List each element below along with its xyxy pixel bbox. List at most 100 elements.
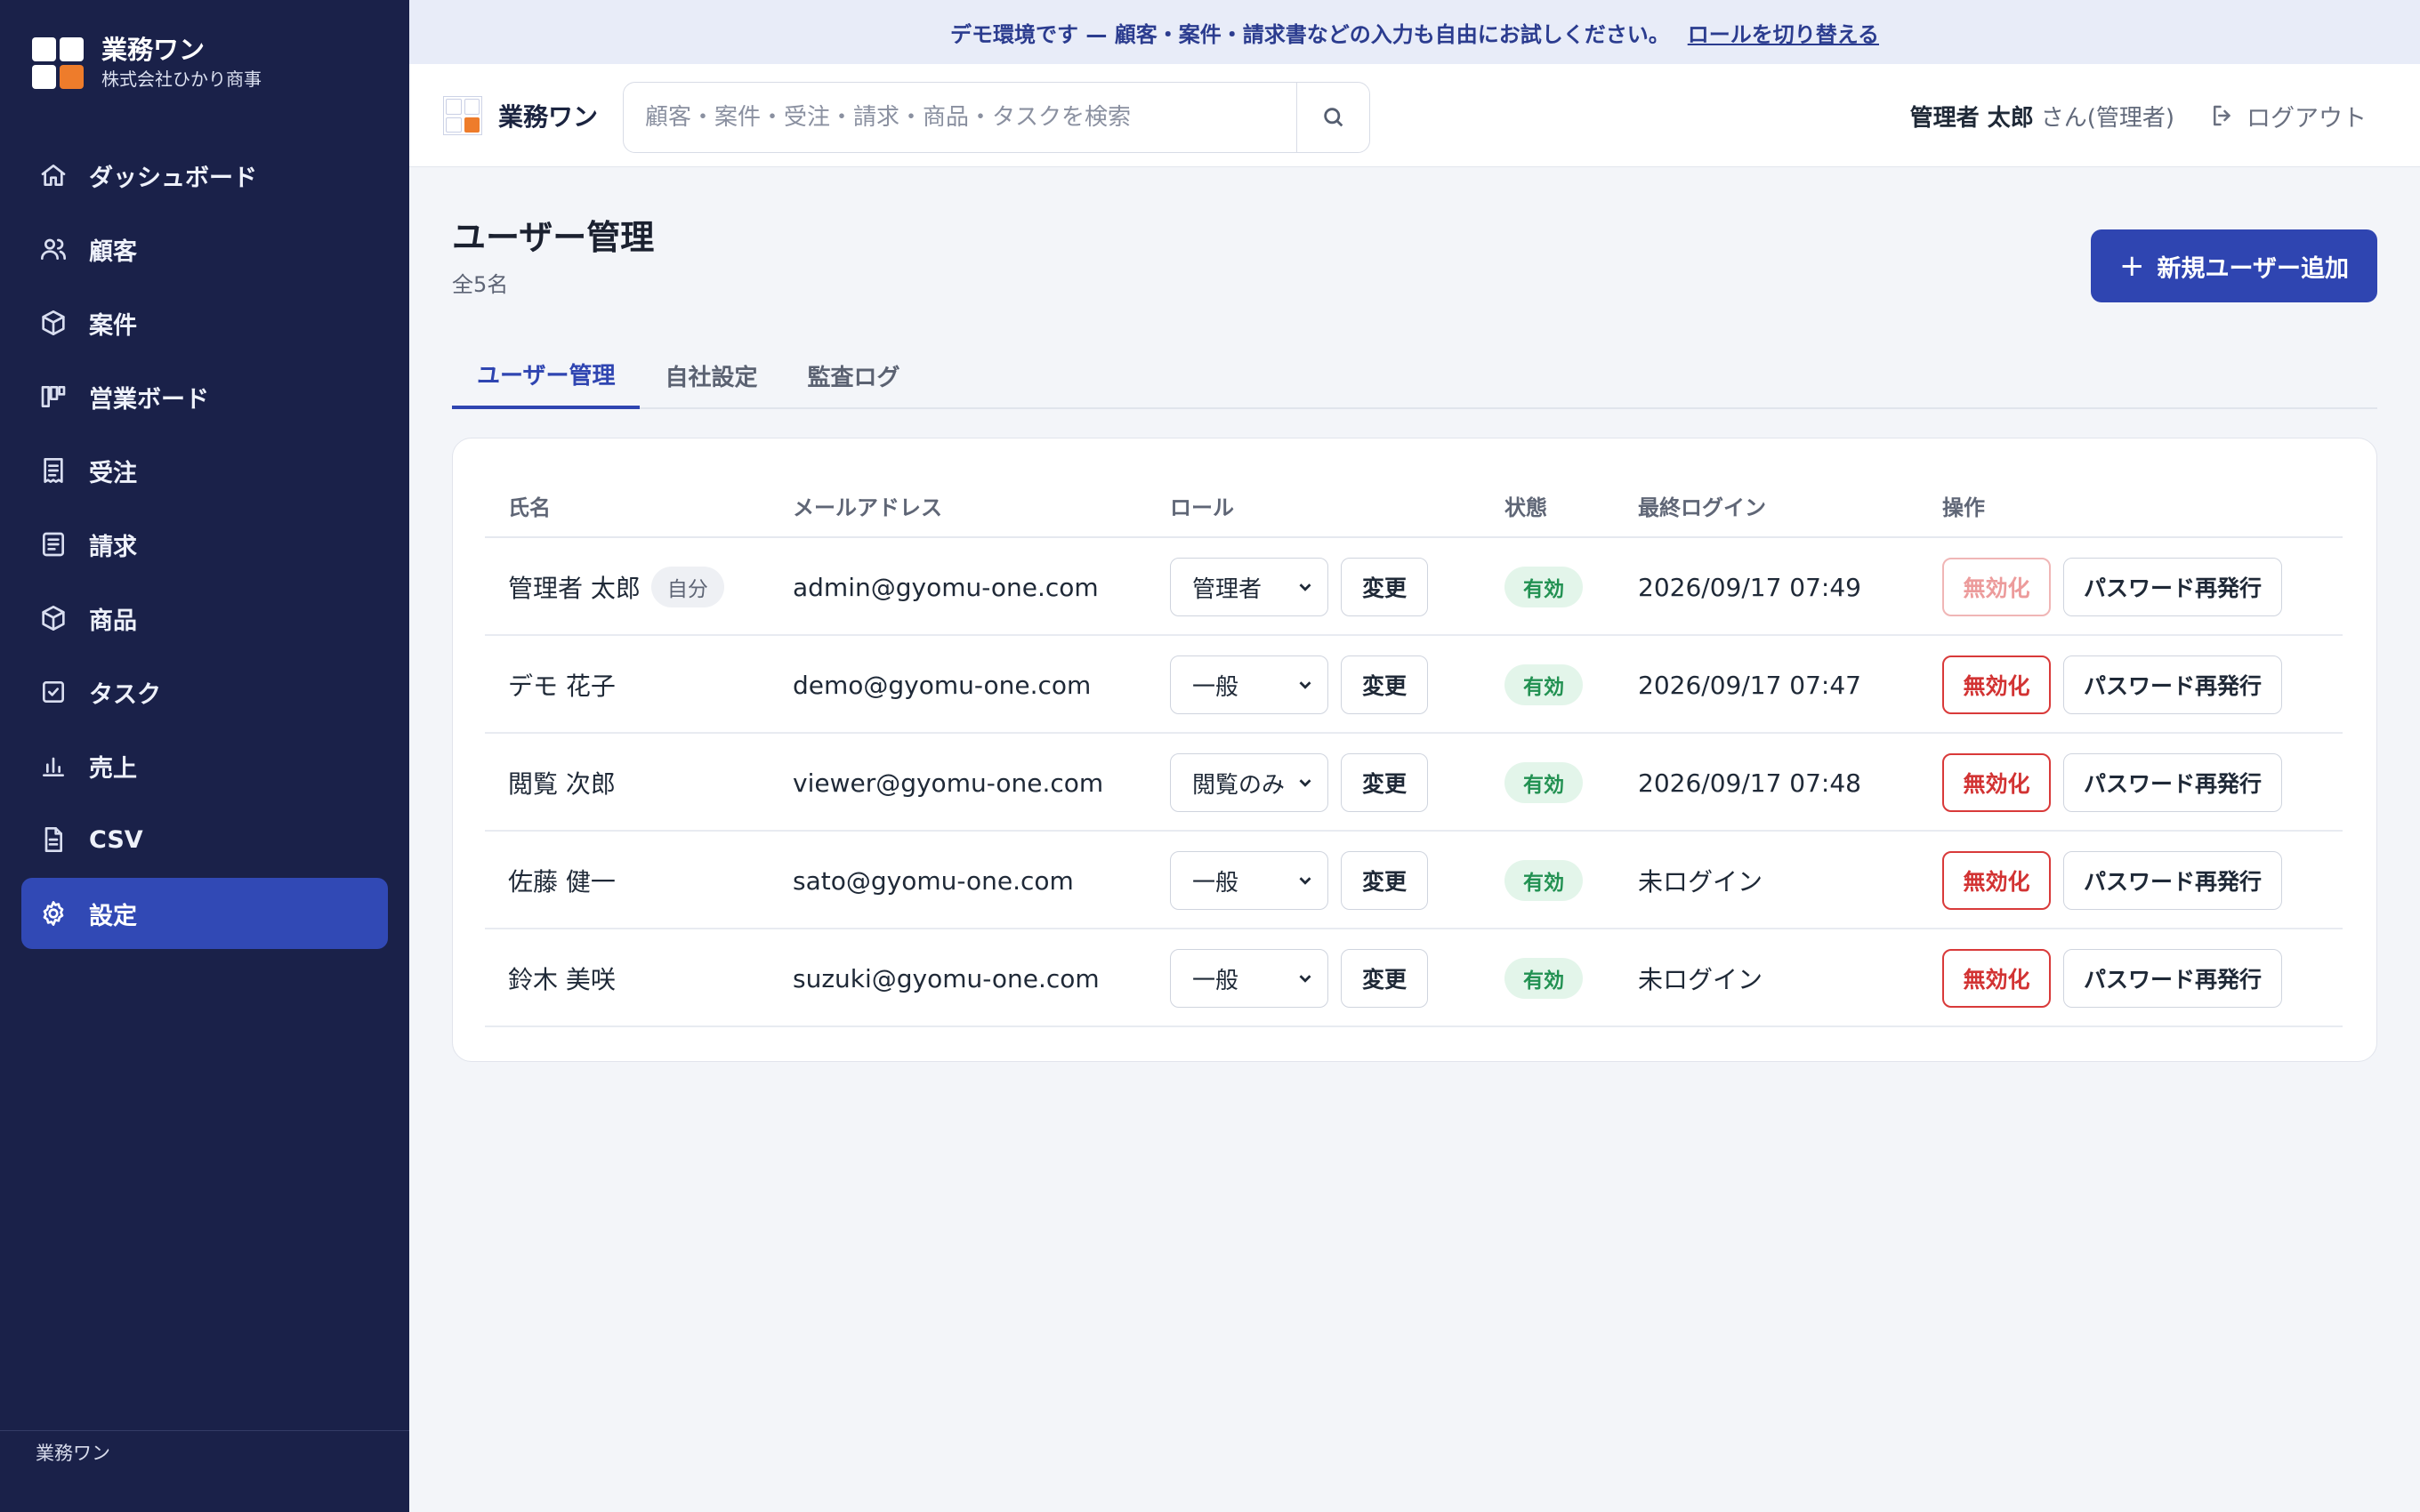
sidebar-item-csv[interactable]: CSV bbox=[21, 804, 388, 875]
tab-audit-log[interactable]: 監査ログ bbox=[783, 342, 925, 409]
header-logo-text: 業務ワン bbox=[498, 102, 599, 132]
package-icon bbox=[39, 604, 68, 632]
banner-text: デモ環境です — 顧客・案件・請求書などの入力も自由にお試しください。 bbox=[950, 21, 1670, 47]
logout-icon bbox=[2214, 105, 2230, 126]
status-badge: 有効 bbox=[1504, 762, 1583, 803]
status-cell: 有効 bbox=[1504, 929, 1583, 1027]
email-cell: demo@gyomu-one.com bbox=[793, 670, 1092, 700]
role-select[interactable]: 一般 bbox=[1170, 851, 1328, 910]
actions-cell: 無効化 パスワード再発行 bbox=[1942, 734, 2282, 832]
sidebar-item-deals[interactable]: 案件 bbox=[21, 287, 388, 358]
role-select[interactable]: 閲覧のみ bbox=[1170, 753, 1328, 812]
role-value: 一般 bbox=[1192, 967, 1239, 994]
add-user-button[interactable]: + 新規ユーザー追加 bbox=[2091, 229, 2377, 302]
receipt-icon bbox=[39, 456, 68, 485]
reset-password-button[interactable]: パスワード再発行 bbox=[2063, 753, 2282, 812]
change-role-button[interactable]: 変更 bbox=[1341, 753, 1428, 812]
sidebar-item-label: ダッシュボード bbox=[89, 164, 257, 192]
sidebar-item-revenue[interactable]: 売上 bbox=[21, 730, 388, 801]
status-cell: 有効 bbox=[1504, 538, 1583, 636]
sidebar-item-dashboard[interactable]: ダッシュボード bbox=[21, 140, 388, 211]
tab-company-settings[interactable]: 自社設定 bbox=[640, 342, 782, 409]
reset-password-button[interactable]: パスワード再発行 bbox=[2063, 558, 2282, 616]
status-badge: 有効 bbox=[1504, 664, 1583, 705]
reset-password-button[interactable]: パスワード再発行 bbox=[2063, 949, 2282, 1008]
current-user: 管理者 太郎 さん(管理者) bbox=[1910, 100, 2174, 133]
search-button[interactable] bbox=[1296, 83, 1369, 152]
user-name: 管理者 太郎 bbox=[1909, 105, 2034, 132]
header-logo[interactable]: 業務ワン bbox=[443, 96, 598, 135]
tab-user-management[interactable]: ユーザー管理 bbox=[452, 342, 641, 409]
status-badge: 有効 bbox=[1504, 567, 1583, 607]
actions-cell: 無効化 パスワード再発行 bbox=[1942, 929, 2282, 1027]
sidebar-item-settings[interactable]: 設定 bbox=[21, 878, 388, 949]
table-row: 佐藤 健一 sato@gyomu-one.com 一般 変更 有効 未ログイン … bbox=[485, 832, 2343, 929]
table-row: 管理者 太郎 自分 admin@gyomu-one.com 管理者 変更 有効 … bbox=[485, 538, 2343, 636]
change-role-button[interactable]: 変更 bbox=[1341, 558, 1428, 616]
plus-icon: + bbox=[2119, 248, 2145, 284]
last-login-cell: 2026/09/17 07:49 bbox=[1638, 572, 1861, 602]
table-row: 閲覧 次郎 viewer@gyomu-one.com 閲覧のみ 変更 有効 20… bbox=[485, 734, 2343, 832]
logo-icon bbox=[443, 96, 482, 135]
sidebar-item-sales-board[interactable]: 営業ボード bbox=[21, 361, 388, 432]
sidebar-item-orders[interactable]: 受注 bbox=[21, 435, 388, 506]
logout-button[interactable]: ログアウト bbox=[2209, 96, 2367, 135]
disable-user-button[interactable]: 無効化 bbox=[1942, 753, 2051, 812]
sidebar-item-tasks[interactable]: タスク bbox=[21, 656, 388, 728]
settings-tabs: ユーザー管理 自社設定 監査ログ bbox=[452, 342, 2377, 409]
status-badge: 有効 bbox=[1504, 958, 1583, 999]
logo-icon bbox=[32, 37, 84, 89]
search-input[interactable] bbox=[624, 83, 1296, 152]
reset-password-button[interactable]: パスワード再発行 bbox=[2063, 655, 2282, 714]
switch-role-link[interactable]: ロールを切り替える bbox=[1688, 17, 1879, 48]
checkbox-icon bbox=[39, 678, 68, 706]
table-row: 鈴木 美咲 suzuki@gyomu-one.com 一般 変更 有効 未ログイ… bbox=[485, 929, 2343, 1027]
sidebar-footer: 業務ワン bbox=[0, 1430, 409, 1512]
search-box bbox=[623, 82, 1370, 153]
disable-user-button[interactable]: 無効化 bbox=[1942, 558, 2051, 616]
invoice-icon bbox=[39, 530, 68, 559]
role-cell: 一般 変更 bbox=[1170, 832, 1428, 929]
add-user-label: 新規ユーザー追加 bbox=[2157, 254, 2349, 283]
role-select[interactable]: 一般 bbox=[1170, 949, 1328, 1008]
kanban-icon bbox=[39, 382, 68, 411]
name-cell: 管理者 太郎 自分 bbox=[508, 538, 724, 636]
col-role: ロール bbox=[1170, 495, 1234, 520]
change-role-button[interactable]: 変更 bbox=[1341, 949, 1428, 1008]
company-name: 株式会社ひかり商事 bbox=[101, 68, 262, 90]
role-select[interactable]: 一般 bbox=[1170, 655, 1328, 714]
users-icon bbox=[39, 235, 68, 263]
users-table: 氏名 メールアドレス ロール 状態 最終ログイン 操作 管理者 太郎 自分 ad… bbox=[452, 438, 2377, 1062]
chevron-down-icon bbox=[1299, 583, 1311, 591]
chevron-down-icon bbox=[1299, 681, 1311, 689]
sidebar-item-label: 売上 bbox=[89, 754, 137, 783]
sidebar-item-label: 請求 bbox=[89, 533, 137, 561]
sidebar-item-billing[interactable]: 請求 bbox=[21, 509, 388, 580]
col-status: 状態 bbox=[1504, 495, 1547, 520]
chevron-down-icon bbox=[1299, 975, 1311, 983]
change-role-button[interactable]: 変更 bbox=[1341, 655, 1428, 714]
last-login-cell: 2026/09/17 07:47 bbox=[1638, 670, 1861, 700]
email-cell: sato@gyomu-one.com bbox=[793, 865, 1074, 896]
disable-user-button[interactable]: 無効化 bbox=[1942, 851, 2051, 910]
brand-name: 業務ワン bbox=[101, 35, 206, 65]
col-last-login: 最終ログイン bbox=[1638, 495, 1766, 520]
change-role-button[interactable]: 変更 bbox=[1341, 851, 1428, 910]
user-role-suffix: さん(管理者) bbox=[2040, 105, 2174, 132]
disable-user-button[interactable]: 無効化 bbox=[1942, 949, 2051, 1008]
status-cell: 有効 bbox=[1504, 636, 1583, 734]
col-email: メールアドレス bbox=[793, 495, 942, 520]
disable-user-button[interactable]: 無効化 bbox=[1942, 655, 2051, 714]
logout-label: ログアウト bbox=[2247, 104, 2367, 133]
sidebar-item-customers[interactable]: 顧客 bbox=[21, 213, 388, 285]
role-select[interactable]: 管理者 bbox=[1170, 558, 1328, 616]
reset-password-button[interactable]: パスワード再発行 bbox=[2063, 851, 2282, 910]
role-value: 一般 bbox=[1192, 869, 1239, 897]
sidebar-item-products[interactable]: 商品 bbox=[21, 583, 388, 654]
user-count: 全5名 bbox=[452, 272, 509, 297]
sidebar-item-label: 案件 bbox=[89, 311, 137, 340]
demo-banner: デモ環境です — 顧客・案件・請求書などの入力も自由にお試しください。 ロールを… bbox=[409, 0, 2420, 64]
top-header: 業務ワン 管理者 太郎 さん(管理者) ログアウト bbox=[409, 64, 2420, 167]
self-badge: 自分 bbox=[650, 567, 724, 607]
sidebar-brand[interactable]: 業務ワン 株式会社ひかり商事 bbox=[32, 34, 262, 92]
